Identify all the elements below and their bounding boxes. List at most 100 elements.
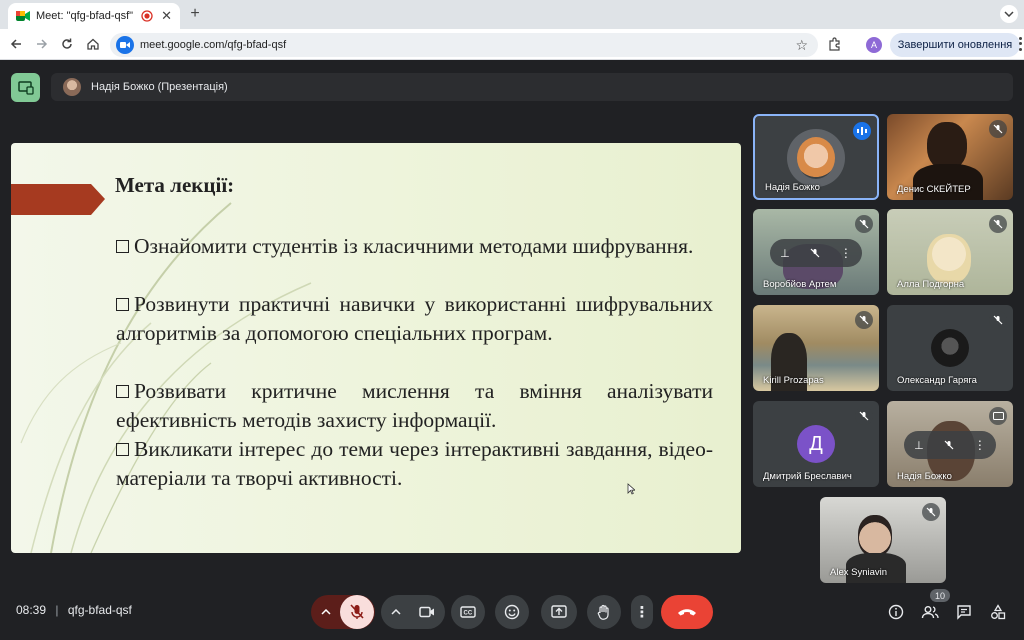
- tile-hover-controls: ⊥ ⋮: [770, 239, 862, 267]
- tile-hover-controls: ⊥ ⋮: [904, 431, 996, 459]
- participant-tile[interactable]: Надія Божко: [753, 114, 879, 200]
- presentation-slide: Мета лекції: Ознайомити студентів із кла…: [11, 143, 741, 553]
- captions-icon: CC: [460, 606, 476, 618]
- checkbox-bullet-icon: [116, 385, 129, 398]
- close-tab-icon[interactable]: ✕: [161, 8, 172, 24]
- participant-name: Воробйов Артем: [763, 279, 837, 290]
- checkbox-bullet-icon: [116, 240, 129, 253]
- participant-name: Денис СКЕЙТЕР: [897, 184, 971, 195]
- people-icon: [921, 606, 939, 619]
- slide-title: Мета лекції:: [115, 173, 235, 197]
- mute-participant-icon[interactable]: [810, 248, 820, 258]
- url-text: meet.google.com/qfg-bfad-qsf: [140, 39, 287, 51]
- home-icon[interactable]: [83, 34, 103, 54]
- more-options-button[interactable]: ⋮: [631, 595, 653, 629]
- presenter-bar: Надія Божко (Презентація): [51, 73, 1013, 101]
- activities-icon: [991, 604, 1006, 620]
- video-options-button[interactable]: [382, 609, 410, 615]
- more-options-icon[interactable]: ⋮: [840, 246, 852, 260]
- new-tab-icon[interactable]: +: [185, 4, 205, 24]
- checkbox-bullet-icon: [116, 298, 129, 311]
- participant-name: Олександр Гаряга: [897, 375, 977, 386]
- svg-text:CC: CC: [464, 611, 473, 617]
- pin-icon[interactable]: ⊥: [780, 247, 790, 260]
- muted-mic-icon: [855, 215, 873, 233]
- participant-tile[interactable]: Kirill Prozapas: [753, 305, 879, 391]
- muted-mic-icon: [989, 311, 1007, 329]
- participant-video: [927, 234, 971, 284]
- info-icon: [888, 604, 904, 620]
- presenter-avatar: [63, 78, 81, 96]
- more-options-icon[interactable]: ⋮: [974, 438, 986, 452]
- meeting-time: 08:39: [16, 603, 47, 617]
- forward-icon[interactable]: [32, 34, 52, 54]
- speaking-indicator-icon: [853, 122, 871, 140]
- participant-tile[interactable]: Алла Подгорна: [887, 209, 1013, 295]
- participant-avatar: Д: [797, 425, 835, 463]
- muted-mic-icon: [855, 407, 873, 425]
- mute-participant-icon[interactable]: [944, 440, 954, 450]
- tab-search-icon[interactable]: [1000, 5, 1018, 23]
- emoji-icon: [504, 604, 520, 620]
- muted-mic-icon: [989, 120, 1007, 138]
- participant-tile[interactable]: Д Дмитрий Бреславич: [753, 401, 879, 487]
- address-bar[interactable]: meet.google.com/qfg-bfad-qsf ☆: [110, 33, 818, 57]
- recording-icon: [141, 10, 153, 22]
- muted-mic-icon: [989, 215, 1007, 233]
- captions-button[interactable]: CC: [451, 595, 485, 629]
- participant-tile[interactable]: ⊥ ⋮ Надія Божко: [887, 401, 1013, 487]
- meet-favicon-icon: [16, 10, 30, 22]
- camera-control-group: [381, 595, 445, 629]
- meeting-code: qfg-bfad-qsf: [67, 603, 132, 617]
- extensions-icon[interactable]: [828, 37, 842, 51]
- checkbox-bullet-icon: [116, 443, 129, 456]
- participant-avatar: [787, 129, 845, 187]
- participant-tile[interactable]: Alex Syniavin: [820, 497, 946, 583]
- reactions-button[interactable]: [495, 595, 529, 629]
- back-icon[interactable]: [6, 34, 26, 54]
- profile-avatar[interactable]: A: [866, 37, 882, 53]
- pin-icon[interactable]: ⊥: [914, 439, 924, 452]
- muted-mic-icon: [922, 503, 940, 521]
- mouse-cursor-icon: [627, 483, 635, 495]
- leave-call-button[interactable]: [661, 595, 713, 629]
- meeting-details-button[interactable]: [884, 600, 908, 624]
- chat-icon: [957, 605, 971, 620]
- participant-name: Kirill Prozapas: [763, 375, 824, 386]
- muted-mic-icon: [855, 311, 873, 329]
- slide-bullet: Викликати інтерес до теми через інтеракт…: [116, 437, 713, 490]
- participants-count-badge: 10: [930, 589, 950, 602]
- camera-button[interactable]: [410, 606, 444, 618]
- tab-meet[interactable]: Meet: "qfg-bfad-qsf" ✕: [8, 3, 180, 29]
- participant-tile[interactable]: Олександр Гаряга: [887, 305, 1013, 391]
- people-button[interactable]: [918, 600, 942, 624]
- slide-bullet: Ознайомити студентів із класичними метод…: [116, 232, 713, 261]
- raise-hand-button[interactable]: [587, 595, 621, 629]
- mic-control-group: [311, 595, 375, 629]
- site-info-icon[interactable]: [116, 36, 134, 54]
- present-screen-button[interactable]: [541, 595, 577, 629]
- participant-name: Надія Божко: [765, 182, 820, 193]
- update-button[interactable]: Завершити оновлення: [890, 33, 1020, 57]
- participant-name: Алла Подгорна: [897, 279, 965, 290]
- present-icon: [551, 605, 567, 618]
- presentation-layout-icon[interactable]: [11, 73, 40, 102]
- more-vert-icon: ⋮: [634, 604, 650, 621]
- browser-menu-icon[interactable]: [1018, 36, 1022, 52]
- participant-tile[interactable]: Денис СКЕЙТЕР: [887, 114, 1013, 200]
- participant-avatar: [931, 329, 969, 367]
- presenter-label: Надія Божко (Презентація): [91, 81, 228, 93]
- end-call-icon: [678, 609, 696, 616]
- audio-options-button[interactable]: [312, 609, 340, 615]
- mic-off-button[interactable]: [340, 595, 374, 629]
- participant-tile[interactable]: ⊥ ⋮ Воробйов Артем: [753, 209, 879, 295]
- slide-bullet: Розвинути практичні навички у використан…: [116, 292, 713, 345]
- tab-title: Meet: "qfg-bfad-qsf": [36, 10, 134, 22]
- reload-icon[interactable]: [57, 34, 77, 54]
- activities-button[interactable]: [986, 600, 1010, 624]
- presenting-icon: [989, 407, 1007, 425]
- chat-button[interactable]: [952, 600, 976, 624]
- participant-name: Дмитрий Бреславич: [763, 471, 852, 482]
- meeting-info: 08:39 | qfg-bfad-qsf: [16, 603, 132, 617]
- bookmark-star-icon[interactable]: ☆: [795, 37, 808, 54]
